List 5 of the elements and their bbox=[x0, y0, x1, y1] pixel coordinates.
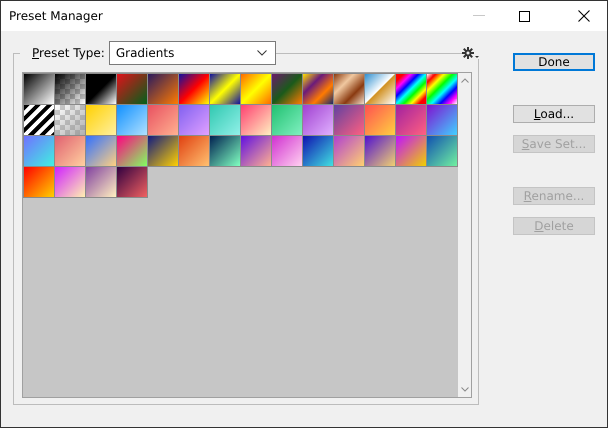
dialog-button[interactable]: Load... bbox=[513, 105, 595, 123]
preset-type-dropdown[interactable]: Gradients bbox=[108, 41, 276, 65]
dialog-button[interactable]: Done bbox=[513, 53, 595, 71]
window-title: Preset Manager bbox=[9, 9, 103, 23]
preset-type-label: Preset Type: bbox=[20, 46, 109, 60]
